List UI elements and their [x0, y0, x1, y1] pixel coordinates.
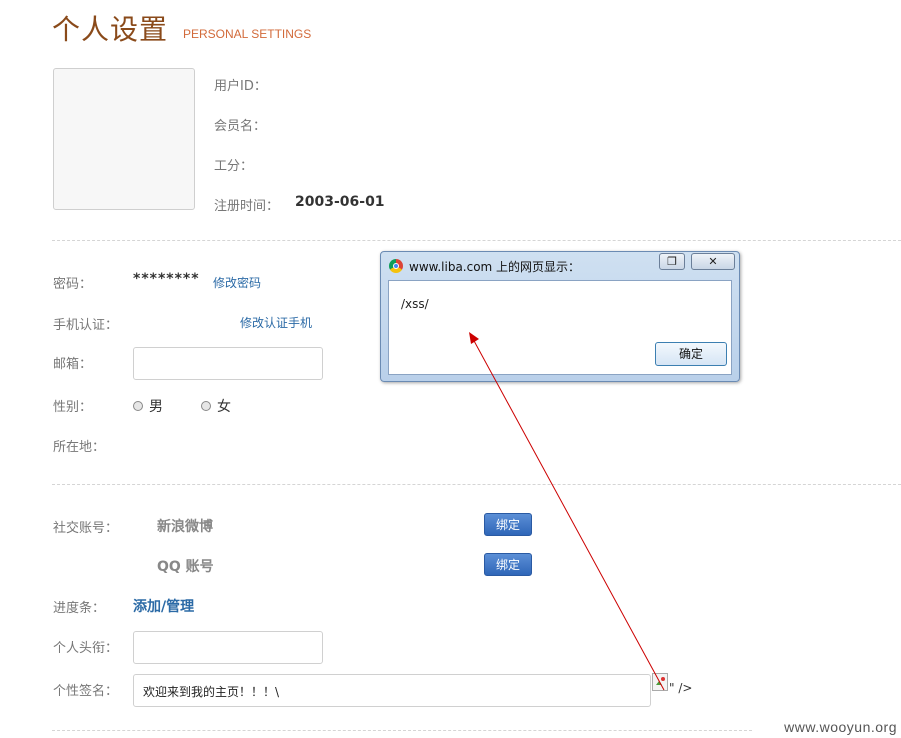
bind-weibo-button[interactable]: 绑定 [484, 513, 532, 536]
title-label: 个人头衔： [53, 641, 119, 656]
page-subtitle: PERSONAL SETTINGS [183, 27, 312, 41]
redaction-mark [126, 313, 240, 329]
register-time-label: 注册时间： [214, 199, 280, 214]
register-time-value: 2003-06-01 [295, 194, 385, 210]
divider [52, 730, 752, 731]
weibo-label: 新浪微博 [157, 519, 213, 535]
change-password-link[interactable]: 修改密码 [213, 274, 261, 291]
restore-icon[interactable]: ❐ [659, 253, 685, 270]
progress-manage-link[interactable]: 添加/管理 [133, 596, 194, 616]
gender-female-radio[interactable] [201, 401, 211, 411]
dialog-title: www.liba.com 上的网页显示： [409, 260, 581, 274]
location-label: 所在地： [53, 440, 106, 455]
member-name-label: 会员名： [214, 119, 267, 134]
points-label: 工分： [214, 159, 254, 174]
gender-female-label: 女 [217, 399, 231, 415]
watermark: www.wooyun.org [784, 719, 897, 735]
qq-label: QQ 账号 [157, 559, 214, 575]
page-title: 个人设置 [52, 13, 169, 46]
broken-image-icon [652, 673, 668, 691]
gender-label: 性别： [53, 400, 93, 415]
gender-male-radio[interactable] [133, 401, 143, 411]
password-value: ******** [133, 271, 200, 287]
title-field[interactable] [133, 631, 323, 664]
signature-value: 欢迎来到我的主页！！！\ [143, 685, 280, 699]
divider [52, 240, 901, 241]
dialog-body: /xss/ 确定 [388, 280, 732, 375]
signature-field[interactable]: 欢迎来到我的主页！！！\ [133, 674, 651, 707]
change-phone-link[interactable]: 修改认证手机 [240, 314, 312, 331]
phone-label: 手机认证： [53, 318, 119, 333]
bind-qq-button[interactable]: 绑定 [484, 553, 532, 576]
progress-label: 进度条： [53, 601, 106, 616]
redaction-mark [290, 68, 363, 178]
signature-label: 个性签名： [53, 684, 119, 699]
password-label: 密码： [53, 277, 93, 292]
injected-html-tail: " /> [669, 681, 693, 695]
close-icon[interactable]: ✕ [691, 253, 735, 270]
chrome-icon [389, 259, 403, 273]
social-accounts-label: 社交账号： [53, 521, 119, 536]
email-label: 邮箱： [53, 357, 93, 372]
divider [52, 484, 901, 485]
alert-dialog: www.liba.com 上的网页显示： ❐ ✕ /xss/ 确定 [380, 251, 740, 382]
user-id-label: 用户ID： [214, 79, 267, 94]
avatar[interactable] [53, 68, 195, 210]
dialog-message: /xss/ [401, 297, 429, 311]
ok-button[interactable]: 确定 [655, 342, 727, 366]
email-field[interactable] [133, 347, 323, 380]
gender-male-label: 男 [149, 399, 163, 415]
